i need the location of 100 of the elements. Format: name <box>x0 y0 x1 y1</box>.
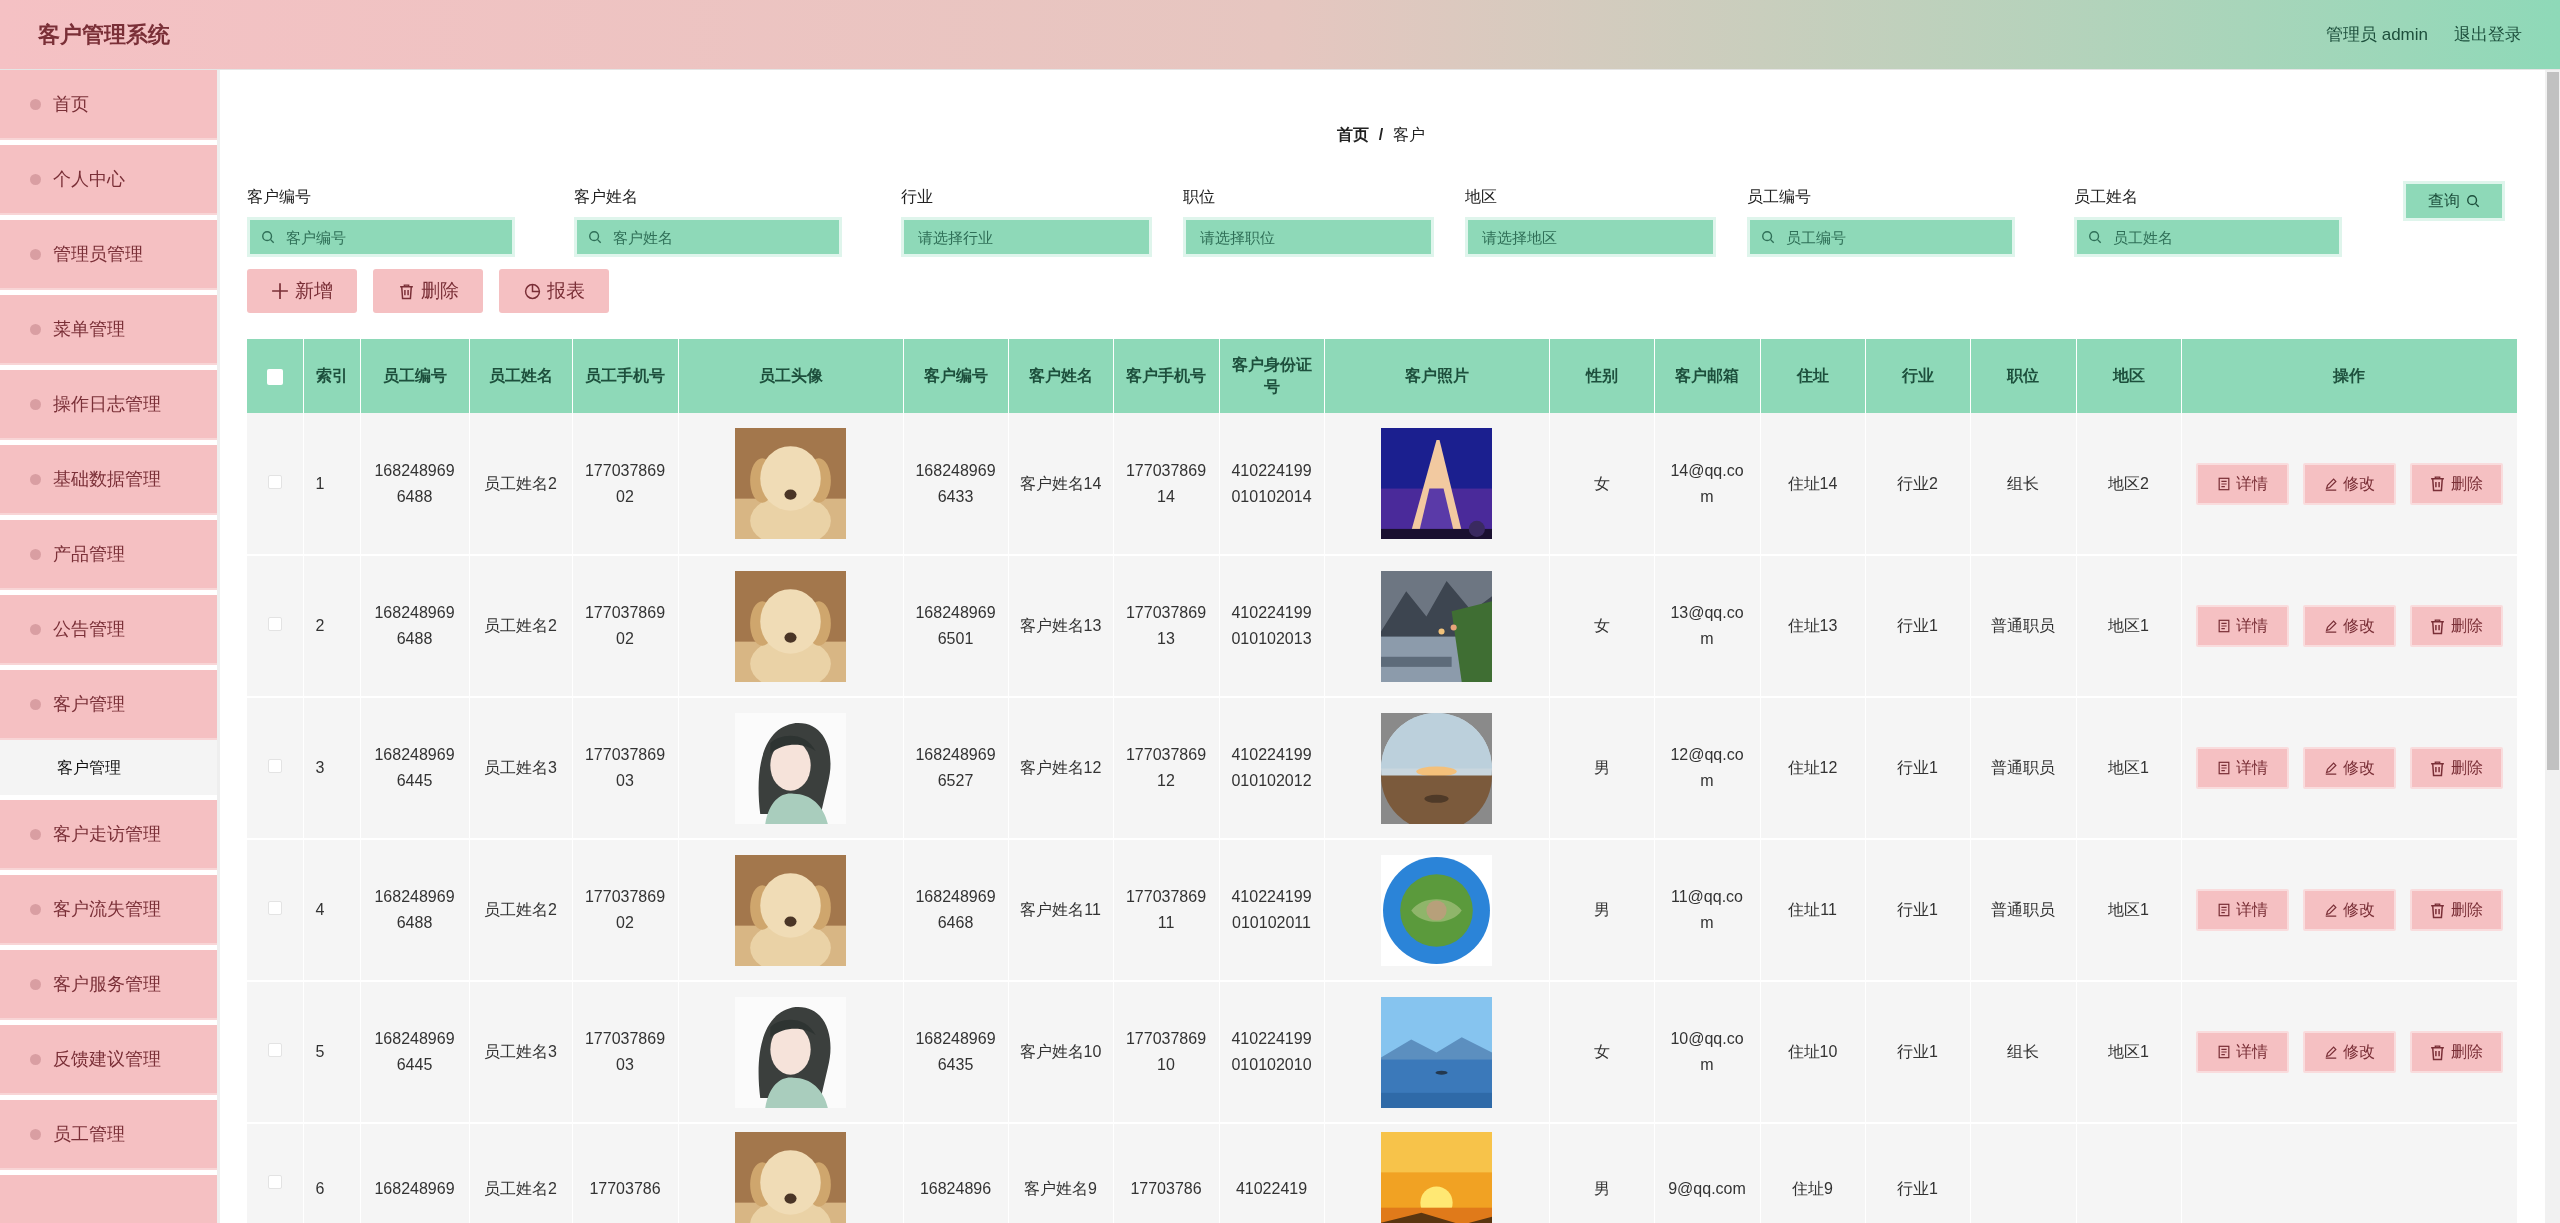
row-action-button[interactable]: 删除 <box>2409 889 2503 931</box>
input-field[interactable]: 员工姓名 <box>2074 217 2342 257</box>
row-action-button[interactable]: 详情 <box>2195 1031 2289 1073</box>
row-action-button[interactable]: 修改 <box>2302 605 2396 647</box>
select-field[interactable]: 请选择职位 <box>1183 217 1434 257</box>
sidebar-item[interactable]: 客户管理 <box>0 670 217 740</box>
logout-link[interactable]: 退出登录 <box>2454 21 2522 48</box>
trash-icon <box>2429 1043 2447 1061</box>
select-all-checkbox[interactable] <box>266 368 283 385</box>
sidebar-item[interactable]: 基础数据管理 <box>0 445 217 515</box>
row-action-button[interactable]: 详情 <box>2195 462 2289 505</box>
table-cell: 住址14 <box>1787 474 1838 492</box>
table-cell: 1682489696501 <box>915 604 996 647</box>
sidebar-item[interactable]: 菜单管理 <box>0 295 217 365</box>
row-action-button[interactable]: 详情 <box>2195 889 2289 931</box>
table-cell: 168248969 <box>374 1180 455 1197</box>
row-action-button[interactable]: 详情 <box>2195 747 2289 789</box>
table-cell: 员工姓名2 <box>484 1180 557 1197</box>
row-action-button[interactable]: 删除 <box>2409 462 2503 505</box>
breadcrumb-separator: / <box>1378 124 1384 145</box>
row-checkbox[interactable] <box>267 474 282 489</box>
row-action-button[interactable]: 删除 <box>2409 1031 2503 1073</box>
table-cell: 10@qq.com <box>1670 1030 1744 1073</box>
filter-label: 客户姓名 <box>574 187 639 207</box>
sidebar-item[interactable]: 首页 <box>0 70 217 140</box>
table-cell: 17703786902 <box>584 888 666 931</box>
table-cell: 组长 <box>2007 474 2039 492</box>
row-action-button[interactable]: 修改 <box>2302 889 2396 931</box>
row-action-button[interactable]: 修改 <box>2302 747 2396 789</box>
table-cell: 17703786902 <box>584 604 666 647</box>
table-cell: 41022419 <box>1235 1180 1308 1197</box>
sidebar-item[interactable]: 管理员管理 <box>0 220 217 290</box>
row-action-button[interactable]: 删除 <box>2409 605 2503 647</box>
sidebar-item[interactable]: 反馈建议管理 <box>0 1025 217 1095</box>
select-field[interactable]: 请选择地区 <box>1465 217 1716 257</box>
trash-icon <box>397 282 415 300</box>
table-cell: 1682489696488 <box>374 461 455 505</box>
input-field[interactable]: 员工编号 <box>1747 217 2015 257</box>
search-icon <box>2466 194 2480 208</box>
table-cell: 410224199010102013 <box>1231 604 1312 647</box>
table-cell: 行业1 <box>1897 759 1938 776</box>
table-cell: 男 <box>1593 759 1610 776</box>
table-cell: 9@qq.com <box>1668 1180 1746 1197</box>
table-cell: 410224199010102011 <box>1231 888 1312 931</box>
sidebar-item[interactable]: 操作日志管理 <box>0 370 217 440</box>
table-cell: 14@qq.com <box>1670 461 1744 505</box>
row-action-button[interactable]: 修改 <box>2302 462 2396 505</box>
table-cell: 17703786911 <box>1125 888 1207 931</box>
pencil-icon <box>2323 903 2338 917</box>
search-icon <box>588 230 602 244</box>
row-action-button[interactable]: 修改 <box>2302 1031 2396 1073</box>
sidebar-subitem[interactable]: 客户管理 <box>0 740 217 795</box>
row-checkbox[interactable] <box>267 1175 282 1189</box>
table-cell: 普通职员 <box>1991 901 2055 918</box>
table-cell: 员工姓名2 <box>484 901 557 918</box>
table-cell: 普通职员 <box>1991 617 2055 634</box>
table-cell: 客户姓名13 <box>1019 617 1102 634</box>
row-checkbox[interactable] <box>267 1043 282 1057</box>
row-checkbox[interactable] <box>267 617 282 631</box>
filter-label: 员工姓名 <box>2074 187 2139 207</box>
row-action-button[interactable]: 删除 <box>2409 747 2503 789</box>
table-cell: 客户姓名14 <box>1019 474 1102 492</box>
table-cell: 客户姓名11 <box>1020 901 1101 918</box>
document-icon <box>2216 1045 2231 1059</box>
input-field[interactable]: 客户姓名 <box>574 217 842 257</box>
sidebar-item[interactable]: 产品管理 <box>0 520 217 590</box>
sidebar-item[interactable]: 客户走访管理 <box>0 800 217 870</box>
sidebar-item[interactable]: 客户流失管理 <box>0 875 217 945</box>
table-cell: 女 <box>1593 474 1610 492</box>
row-checkbox[interactable] <box>267 901 282 915</box>
app-title: 客户管理系统 <box>38 21 170 49</box>
table-cell: 11@qq.com <box>1671 888 1743 931</box>
table-cell: 1682489696435 <box>915 1030 996 1073</box>
table-cell: 13@qq.com <box>1670 604 1744 647</box>
input-field[interactable]: 客户编号 <box>247 217 515 257</box>
toolbar-button[interactable]: 删除 <box>373 269 483 313</box>
table-cell: 住址9 <box>1792 1180 1833 1197</box>
trash-icon <box>2429 901 2447 919</box>
document-icon <box>2216 476 2231 491</box>
table-cell: 16824896 <box>919 1180 992 1197</box>
table-cell: 1682489696445 <box>374 1030 455 1073</box>
sidebar-item[interactable]: 个人中心 <box>0 145 217 215</box>
toolbar-button[interactable]: 报表 <box>499 269 609 313</box>
toolbar-button[interactable]: 新增 <box>247 269 357 313</box>
search-icon <box>1761 230 1775 244</box>
table-cell: 客户姓名10 <box>1019 1043 1102 1060</box>
search-button[interactable]: 查询 <box>2403 181 2505 221</box>
table-cell: 17703786903 <box>584 746 666 789</box>
table-cell: 12@qq.com <box>1670 746 1744 789</box>
search-icon <box>261 230 275 244</box>
table-cell: 410224199010102012 <box>1231 746 1312 789</box>
row-checkbox[interactable] <box>267 759 282 773</box>
table-cell: 17703786913 <box>1125 604 1207 647</box>
select-field[interactable]: 请选择行业 <box>901 217 1152 257</box>
sidebar-item[interactable]: 客户服务管理 <box>0 950 217 1020</box>
row-action-button[interactable]: 详情 <box>2195 605 2289 647</box>
breadcrumb-link[interactable]: 首页 <box>1336 122 1369 147</box>
scrollbar[interactable] <box>2545 70 2560 1223</box>
sidebar-item[interactable]: 员工管理 <box>0 1100 217 1170</box>
sidebar-item[interactable]: 公告管理 <box>0 595 217 665</box>
